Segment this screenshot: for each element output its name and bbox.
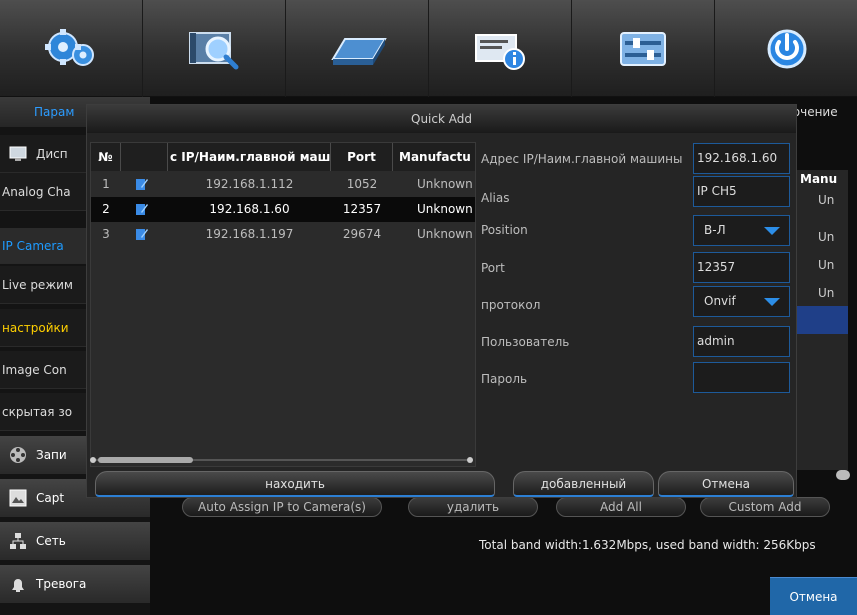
dialog-title: Quick Add [87,105,796,133]
chevron-down-icon[interactable] [755,216,789,245]
sidebar-item-label: Дисп [36,146,68,161]
table-cell: Un [818,230,835,244]
scroll-right-arrow[interactable] [467,457,473,463]
sidebar-item-alarm[interactable]: Тревога [0,565,150,603]
row-manufacturer: Unknown [417,227,473,241]
find-button[interactable]: находить [95,471,495,497]
sidebar-item-label: IP Camera [2,238,64,253]
row-number: 2 [102,202,110,216]
address-field[interactable]: 192.168.1.60 [693,143,790,174]
sidebar-item-label: Тревога [36,576,87,591]
table-cell: Un [818,286,835,300]
alias-label: Alias [481,191,510,205]
hard-disk-icon [331,37,387,65]
sidebar-item-label: Analog Cha [2,184,71,199]
device-list: № с IP/Наим.главной маш Port Manufactu 1… [90,142,476,467]
sidebar-item-label: скрытая зо [2,404,73,419]
capture-icon [8,489,28,507]
maintenance-button[interactable] [572,0,715,97]
add-button[interactable]: добавленный [513,471,654,497]
table-row-selected[interactable] [796,306,848,334]
row-ip: 192.168.1.112 [205,177,294,191]
row-manufacturer: Unknown [417,177,473,191]
column-header-edit[interactable] [121,143,168,171]
hdd-button[interactable] [286,0,429,97]
position-label: Position [481,223,528,237]
password-field[interactable] [693,362,790,393]
dialog-cancel-button[interactable]: Отмена [658,471,794,497]
column-header-port[interactable]: Port [331,143,393,171]
chevron-down-icon[interactable] [755,287,789,316]
password-label: Пароль [481,372,528,386]
row-ip: 192.168.1.60 [209,202,290,216]
column-header-manufacturer[interactable]: Manufactu [393,143,475,171]
power-icon [767,29,806,68]
column-header-number[interactable]: № [91,143,121,171]
column-header-ip[interactable]: с IP/Наим.главной маш [168,143,331,171]
sidebar-item-label: Запи [36,447,67,462]
sidebar-item-label: Image Con [2,362,67,377]
auto-assign-ip-button[interactable]: Auto Assign IP to Camera(s) [182,497,382,517]
edit-icon[interactable] [135,222,151,247]
film-reel-icon [8,446,28,464]
main-toolbar [0,0,857,97]
monitor-icon [8,145,28,163]
cancel-button[interactable]: Отмена [770,577,857,615]
network-icon [8,532,28,550]
row-ip: 192.168.1.197 [205,227,294,241]
row-manufacturer: Unknown [417,202,473,216]
tab-right-partial[interactable]: ючение [790,105,857,125]
protocol-value: Onvif [704,294,736,308]
sidebar-item-label: настройки [2,320,69,335]
add-all-button[interactable]: Add All [556,497,686,517]
column-header-manufacturer[interactable]: Manu [800,172,837,186]
search-film-icon [189,31,239,69]
search-button[interactable] [143,0,286,97]
sidebar-item-network[interactable]: Сеть [0,522,150,560]
sidebar-item-label: Capt [36,490,65,505]
table-row-selected[interactable]: 2 192.168.1.60 12357 Unknown [91,197,475,222]
quick-add-dialog: Quick Add № с IP/Наим.главной маш Port M… [86,104,797,498]
horizontal-scrollbar[interactable] [90,457,473,463]
power-button[interactable] [715,0,857,97]
protocol-select[interactable]: Onvif [693,286,790,317]
user-label: Пользователь [481,335,570,349]
address-label: Адрес IP/Наим.главной машины [481,152,683,166]
scroll-left-arrow[interactable] [90,457,96,463]
table-cell: Un [818,193,835,207]
row-port: 12357 [342,202,382,216]
row-number: 1 [102,177,110,191]
position-value: В-Л [704,223,726,237]
alias-field[interactable]: IP CH5 [693,176,790,207]
user-field[interactable]: admin [693,326,790,357]
sidebar-item-label: Сеть [36,533,66,548]
sidebar-item-label: Live режим [2,277,73,292]
delete-button[interactable]: удалить [408,497,538,517]
row-number: 3 [102,227,110,241]
settings-button[interactable] [0,0,143,97]
row-port: 1052 [346,177,378,191]
protocol-label: протокол [481,298,541,312]
table-row[interactable]: 1 192.168.1.112 1052 Unknown [91,172,475,197]
table-scrollbar-thumb[interactable] [836,470,850,480]
row-port: 29674 [342,227,382,241]
port-label: Port [481,261,505,275]
scrollbar-thumb[interactable] [98,457,193,463]
alarm-icon [8,575,28,593]
bandwidth-status: Total band width:1.632Mbps, used band wi… [479,538,816,552]
edit-icon[interactable] [135,172,151,197]
table-cell: Un [818,258,835,272]
maintenance-sliders-icon [620,31,666,66]
system-info-icon [475,33,525,70]
settings-gears-icon [45,28,94,66]
system-info-button[interactable] [429,0,572,97]
edit-icon[interactable] [135,197,151,222]
port-field[interactable]: 12357 [693,252,790,283]
table-row[interactable]: 3 192.168.1.197 29674 Unknown [91,222,475,247]
custom-add-button[interactable]: Custom Add [700,497,830,517]
position-select[interactable]: В-Л [693,215,790,246]
